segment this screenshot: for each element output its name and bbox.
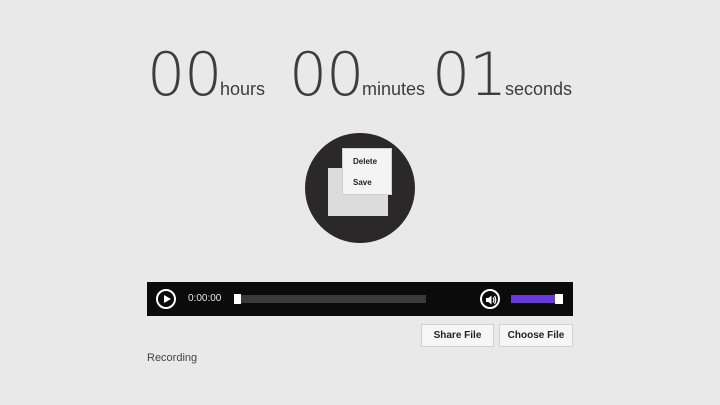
choose-file-button[interactable]: Choose File [499, 324, 573, 347]
share-file-button[interactable]: Share File [421, 324, 494, 347]
current-time: 0:00:00 [188, 293, 222, 304]
menu-item-save[interactable]: Save [353, 178, 372, 187]
volume-fill [511, 295, 556, 303]
seek-thumb[interactable] [234, 294, 241, 304]
context-menu: Delete Save [342, 148, 392, 195]
hours-value: 00 [147, 40, 222, 110]
seconds-label: seconds [505, 79, 573, 99]
menu-item-delete[interactable]: Delete [353, 157, 377, 166]
status-text: Recording [147, 352, 198, 364]
volume-thumb[interactable] [555, 294, 563, 304]
volume-icon[interactable] [480, 289, 500, 309]
timer-display: 00 hours 00 minutes 01 seconds [0, 40, 720, 110]
hours-label: hours [220, 79, 266, 99]
minutes-label: minutes [362, 79, 426, 99]
minutes-value: 00 [289, 40, 364, 110]
play-icon[interactable] [156, 289, 176, 309]
seek-bar[interactable] [236, 295, 426, 303]
seconds-value: 01 [432, 40, 507, 110]
audio-player: 0:00:00 [147, 282, 573, 316]
